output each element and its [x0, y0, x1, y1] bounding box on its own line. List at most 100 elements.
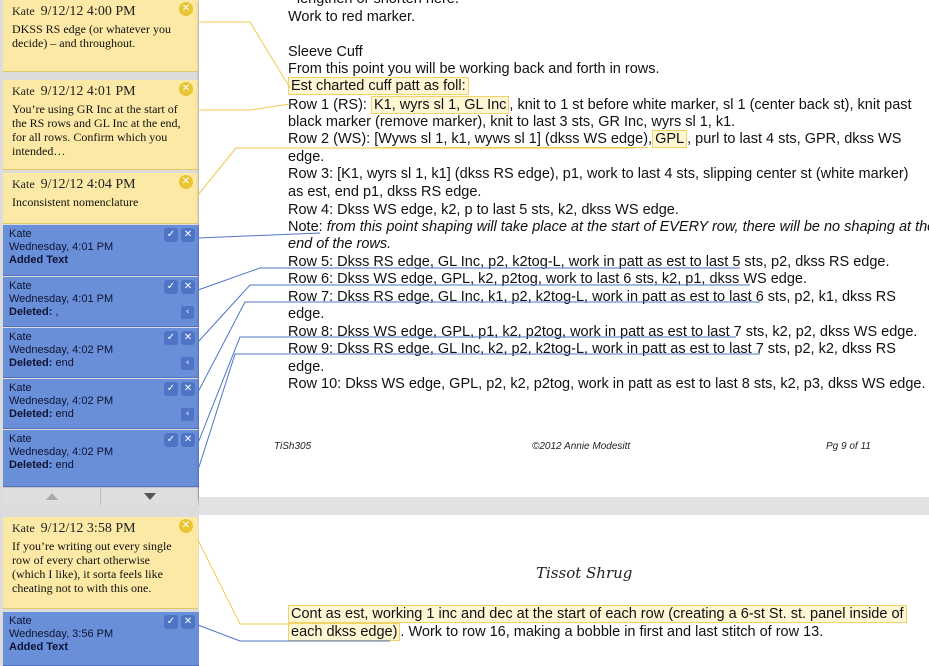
- comment-header: Kate 9/12/12 4:00 PM: [12, 4, 189, 20]
- page-gap: [199, 497, 929, 515]
- x-icon[interactable]: ✕: [181, 382, 195, 396]
- close-circle-icon[interactable]: ✕: [179, 519, 193, 533]
- comment-date: 9/12/12 4:01 PM: [40, 84, 136, 99]
- change-date: Wednesday, 4:01 PM: [9, 241, 114, 253]
- x-icon[interactable]: ✕: [181, 433, 195, 447]
- check-icon[interactable]: ✓: [164, 615, 178, 629]
- footer-left: TiSh305: [274, 441, 312, 452]
- comment-date: 9/12/12 4:00 PM: [40, 4, 136, 19]
- check-icon[interactable]: ✓: [164, 331, 178, 345]
- document-page: - lengthen or shorten here. Work to red …: [199, 0, 929, 497]
- change-actions: ✓ ✕: [164, 433, 195, 447]
- comment-author: Kate: [12, 177, 35, 191]
- text-line: each dkss edge). Work to row 16, making …: [288, 623, 824, 641]
- change-balloon[interactable]: Kate Wednesday, 4:02 PM Deleted: end ✓ ✕: [3, 430, 199, 487]
- comment-date: 9/12/12 3:58 PM: [40, 521, 136, 536]
- text-line: as est, end p1, dkss RS edge.: [288, 184, 482, 200]
- change-kind: Deleted: end: [9, 408, 193, 421]
- text-line: Row 5: Dkss RS edge, GL Inc, p2, k2tog-L…: [288, 254, 890, 270]
- chevron-left-icon[interactable]: ‹: [181, 306, 194, 319]
- added-text-highlight[interactable]: each dkss edge): [288, 623, 401, 641]
- change-balloon[interactable]: Kate Wednesday, 4:02 PM Deleted: end ✓ ✕…: [3, 379, 199, 429]
- comment-author: Kate: [12, 84, 35, 98]
- x-icon[interactable]: ✕: [181, 615, 195, 629]
- x-icon[interactable]: ✕: [181, 228, 195, 242]
- change-date: Wednesday, 3:56 PM: [9, 628, 114, 640]
- triangle-down-icon: [143, 493, 156, 500]
- text-line: Cont as est, working 1 inc and dec at th…: [288, 605, 907, 623]
- change-kind-label: Deleted:: [9, 306, 53, 318]
- close-circle-icon[interactable]: ✕: [179, 175, 193, 189]
- scroll-up-button[interactable]: [3, 488, 101, 505]
- change-balloon[interactable]: Kate Wednesday, 3:56 PM Added Text ✓ ✕: [3, 612, 199, 666]
- change-value: end: [55, 459, 74, 471]
- change-kind: Deleted: end: [9, 459, 193, 472]
- text-run: , knit to 1 st before white marker, sl 1…: [509, 97, 912, 113]
- change-value: ,: [55, 306, 59, 318]
- check-icon[interactable]: ✓: [164, 382, 178, 396]
- change-balloon[interactable]: Kate Wednesday, 4:01 PM Deleted: , ✓ ✕ ‹: [3, 277, 199, 327]
- change-actions: ✓ ✕: [164, 615, 195, 629]
- text-line: Note: from this point shaping will take …: [288, 219, 929, 236]
- text-run: , purl to last 4 sts, GPR, dkss WS: [687, 131, 902, 147]
- text-run: . Work to row 16, making a bobble in fir…: [400, 624, 824, 640]
- change-kind: Added Text: [9, 254, 69, 266]
- change-value: end: [55, 408, 74, 420]
- text-line: Est charted cuff patt as foll:: [288, 77, 469, 95]
- triangle-up-icon: [45, 493, 58, 500]
- change-kind-label: Deleted:: [9, 408, 53, 420]
- change-date: Wednesday, 4:02 PM: [9, 344, 114, 356]
- text-line: Row 9: Dkss RS edge, GL Inc, k2, p2, k2t…: [288, 341, 896, 357]
- change-date: Wednesday, 4:02 PM: [9, 395, 114, 407]
- text-run: Row 1 (RS):: [288, 97, 371, 113]
- close-circle-icon[interactable]: ✕: [179, 2, 193, 16]
- comment-highlight[interactable]: GPL: [652, 130, 688, 148]
- close-circle-icon[interactable]: ✕: [179, 82, 193, 96]
- change-value: end: [55, 357, 74, 369]
- text-line: Row 1 (RS): K1, wyrs sl 1, GL Inc, knit …: [288, 96, 912, 114]
- comment-balloon[interactable]: Kate 9/12/12 4:00 PM DKSS RS edge (or wh…: [3, 0, 198, 72]
- check-icon[interactable]: ✓: [164, 228, 178, 242]
- added-text-highlight[interactable]: Cont as est, working 1 inc and dec at th…: [288, 605, 907, 623]
- comment-balloon[interactable]: Kate 9/12/12 4:04 PM Inconsistent nomenc…: [3, 173, 198, 224]
- comment-text: Inconsistent nomenclature: [12, 195, 139, 209]
- comment-highlight[interactable]: [Wyws sl 1, k1, wyws sl 1] (dkss WS edge…: [374, 131, 649, 148]
- comment-text: DKSS RS edge (or whatever you decide) – …: [12, 22, 171, 50]
- text-line: Row 2 (WS): [Wyws sl 1, k1, wyws sl 1] (…: [288, 130, 902, 148]
- change-balloon[interactable]: Kate Wednesday, 4:02 PM Deleted: end ✓ ✕…: [3, 328, 199, 378]
- text-line: From this point you will be working back…: [288, 61, 660, 77]
- change-kind-label: Deleted:: [9, 357, 53, 369]
- chevron-left-icon[interactable]: ‹: [181, 408, 194, 421]
- text-line: edge.: [288, 149, 325, 165]
- added-text-highlight[interactable]: Est charted cuff patt as foll:: [288, 77, 469, 95]
- comment-balloon[interactable]: Kate 9/12/12 3:58 PM If you’re writing o…: [3, 517, 198, 609]
- text-line: Row 8: Dkss WS edge, GPL, p1, k2, p2tog,…: [288, 324, 918, 340]
- comment-highlight[interactable]: K1, wyrs sl 1, GL Inc: [371, 96, 510, 114]
- text-line: Row 6: Dkss WS edge, GPL, k2, p2tog, wor…: [288, 271, 807, 287]
- text-line: edge.: [288, 359, 325, 375]
- scroll-down-button[interactable]: [101, 488, 199, 505]
- text-line: edge.: [288, 306, 325, 322]
- comment-balloon[interactable]: Kate 9/12/12 4:01 PM You’re using GR Inc…: [3, 80, 198, 170]
- x-icon[interactable]: ✕: [181, 280, 195, 294]
- text-line: Row 10: Dkss WS edge, GPL, p2, k2, p2tog…: [288, 376, 926, 392]
- balloon-scroll-bar: [3, 487, 199, 505]
- text-line: Row 3: [K1, wyrs sl 1, k1] (dkss RS edge…: [288, 166, 909, 182]
- page-title: Tissot Shrug: [536, 564, 633, 582]
- change-balloon[interactable]: Kate Wednesday, 4:01 PM Added Text ✓ ✕: [3, 225, 199, 276]
- chevron-left-icon[interactable]: ‹: [181, 357, 194, 370]
- text-line: Row 4: Dkss WS edge, k2, p to last 5 sts…: [288, 202, 679, 218]
- x-icon[interactable]: ✕: [181, 331, 195, 345]
- comment-header: Kate 9/12/12 4:04 PM: [12, 177, 189, 193]
- change-kind-label: Deleted:: [9, 459, 53, 471]
- check-icon[interactable]: ✓: [164, 280, 178, 294]
- text-run: Note:: [288, 219, 323, 235]
- change-actions: ✓ ✕: [164, 382, 195, 396]
- comment-text: If you’re writing out every single row o…: [12, 539, 172, 595]
- comment-date: 9/12/12 4:04 PM: [40, 177, 136, 192]
- change-date: Wednesday, 4:01 PM: [9, 293, 114, 305]
- change-kind: Deleted: end: [9, 357, 193, 370]
- check-icon[interactable]: ✓: [164, 433, 178, 447]
- change-kind: Deleted: ,: [9, 306, 193, 319]
- change-actions: ✓ ✕: [164, 331, 195, 345]
